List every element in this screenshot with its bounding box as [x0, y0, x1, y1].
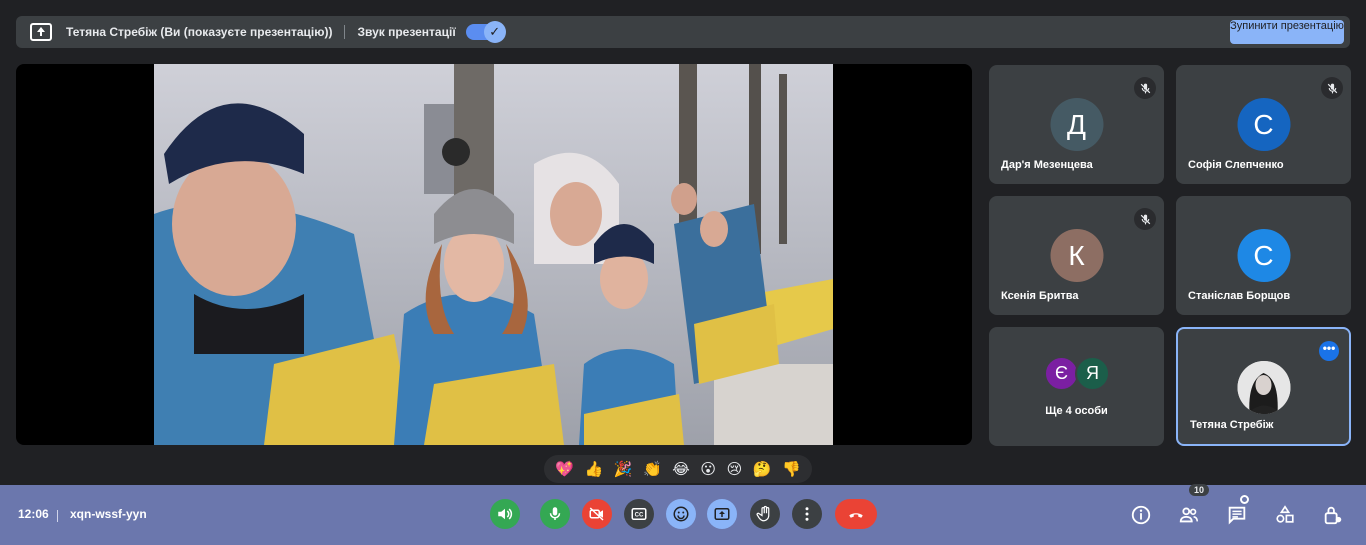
raise-hand-button[interactable] — [750, 499, 780, 529]
group-avatars: Є Я — [1044, 356, 1110, 391]
avatar: К — [1050, 229, 1103, 282]
info-icon — [1131, 505, 1151, 525]
chat-button[interactable] — [1224, 502, 1250, 528]
captions-button[interactable]: CC — [624, 499, 654, 529]
participant-tile[interactable]: Д Дар'я Мезенцева — [989, 65, 1164, 184]
present-screen-icon — [714, 508, 730, 520]
reactions-bar: 💖 👍 🎉 👏 😂 😮 😢 🤔 👎 — [544, 455, 812, 483]
emoji-button[interactable] — [666, 499, 696, 529]
reaction-thumbs-down[interactable]: 👎 — [782, 462, 801, 477]
reaction-surprised[interactable]: 😮 — [700, 462, 716, 477]
lock-person-icon — [1324, 506, 1342, 525]
meeting-info-button[interactable] — [1128, 502, 1154, 528]
participant-name: Дар'я Мезенцева — [1001, 159, 1093, 171]
microphone-button[interactable] — [540, 499, 570, 529]
participant-name: Тетяна Стребіж — [1190, 419, 1274, 431]
participant-name: Ксенія Бритва — [1001, 290, 1079, 302]
svg-text:CC: CC — [635, 513, 644, 519]
emoji-icon — [673, 506, 689, 522]
others-count-label: Ще 4 особи — [1045, 405, 1108, 417]
reaction-party[interactable]: 🎉 — [614, 462, 633, 477]
activities-button[interactable] — [1272, 502, 1298, 528]
participant-tile[interactable]: С Станіслав Борщов — [1176, 196, 1351, 315]
presenter-status: Тетяна Стребіж (Ви (показуєте презентаці… — [66, 25, 333, 39]
mic-off-icon — [1134, 208, 1156, 230]
people-icon — [1179, 507, 1199, 523]
presentation-sound-label: Звук презентації — [357, 25, 456, 39]
avatar — [1237, 361, 1290, 414]
stop-presenting-button[interactable]: Зупинити презентацію — [1230, 20, 1344, 44]
more-vert-icon — [805, 507, 809, 521]
participant-count-badge: 10 — [1189, 484, 1209, 496]
reaction-thumbs-up[interactable]: 👍 — [585, 462, 604, 477]
avatar: Є — [1044, 356, 1079, 391]
reaction-clap[interactable]: 👏 — [643, 462, 662, 477]
avatar: С — [1237, 98, 1290, 151]
participant-name: Софія Слепченко — [1188, 159, 1284, 171]
more-options-button[interactable] — [792, 499, 822, 529]
reaction-sad[interactable]: 😢 — [727, 462, 743, 477]
captions-icon: CC — [631, 508, 647, 520]
avatar: С — [1237, 229, 1290, 282]
reaction-thinking[interactable]: 🤔 — [753, 462, 772, 477]
speaker-button[interactable] — [490, 499, 520, 529]
present-screen-icon — [30, 23, 52, 41]
presenting-bar: Тетяна Стребіж (Ви (показуєте презентаці… — [16, 16, 1350, 48]
presentation-sound-toggle[interactable]: ✓ — [465, 21, 506, 43]
other-participants-tile[interactable]: Є Я Ще 4 особи — [989, 327, 1164, 446]
hand-icon — [756, 505, 770, 522]
call-end-icon — [849, 513, 863, 518]
divider — [344, 25, 346, 39]
mic-icon — [549, 507, 561, 520]
host-controls-button[interactable] — [1320, 502, 1346, 528]
present-button[interactable] — [707, 499, 737, 529]
chat-notification-dot — [1240, 495, 1249, 504]
speaker-icon — [498, 508, 513, 520]
mic-off-icon — [1134, 77, 1156, 99]
divider — [57, 510, 58, 522]
participant-tile[interactable]: С Софія Слепченко — [1176, 65, 1351, 184]
participant-tile[interactable]: К Ксенія Бритва — [989, 196, 1164, 315]
leave-call-button[interactable] — [835, 499, 877, 529]
camera-button[interactable] — [582, 499, 612, 529]
meeting-code: xqn-wssf-yyn — [70, 507, 147, 521]
chat-icon — [1228, 506, 1246, 525]
participant-name: Станіслав Борщов — [1188, 290, 1291, 302]
reaction-laugh[interactable]: 😂 — [672, 462, 690, 477]
presentation-image — [154, 64, 833, 445]
control-bar: 12:06 xqn-wssf-yyn CC — [0, 485, 1366, 545]
more-options-button[interactable]: ••• — [1319, 341, 1339, 361]
self-tile[interactable]: ••• Тетяна Стребіж — [1176, 327, 1351, 446]
participants-button[interactable] — [1176, 502, 1202, 528]
reaction-heart[interactable]: 💖 — [555, 462, 574, 477]
check-icon: ✓ — [483, 21, 506, 43]
presentation-stage — [16, 64, 972, 445]
camera-off-icon — [589, 507, 604, 521]
avatar: Я — [1075, 356, 1110, 391]
shapes-icon — [1276, 505, 1294, 523]
mic-off-icon — [1321, 77, 1343, 99]
clock: 12:06 — [18, 507, 49, 521]
avatar: Д — [1050, 98, 1103, 151]
